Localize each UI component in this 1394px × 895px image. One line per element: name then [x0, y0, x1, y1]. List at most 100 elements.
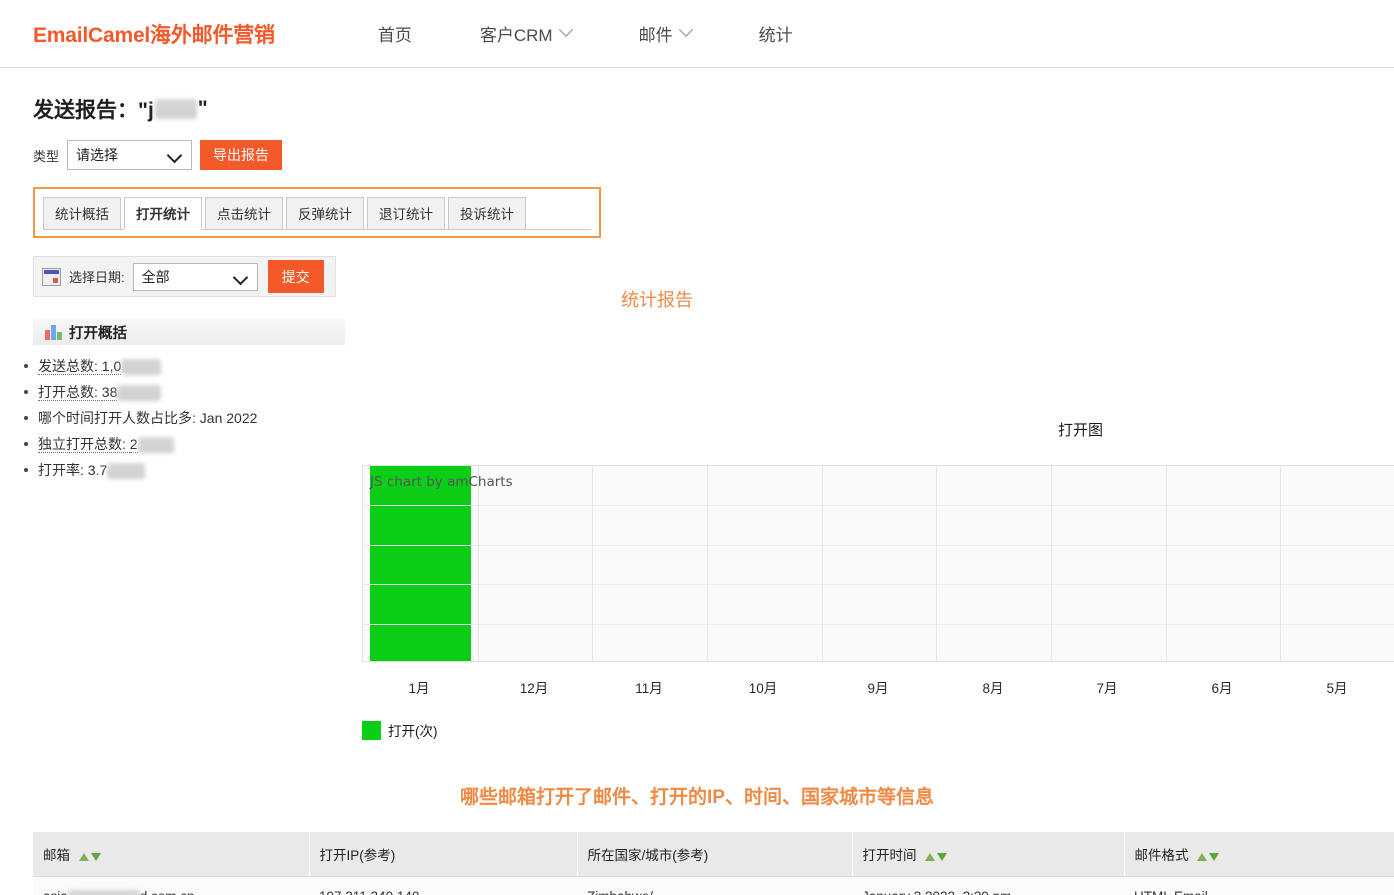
- column-label: 所在国家/城市(参考): [587, 848, 709, 863]
- cell-time: January 2 2022, 2:29 pm: [852, 876, 1124, 895]
- cell-format: HTML Email: [1124, 876, 1394, 895]
- summary-label: 发送总数:: [38, 358, 102, 375]
- cell-geo: Zimbabwe/: [577, 876, 852, 895]
- x-axis-tick-label: 10月: [748, 681, 778, 696]
- calendar-icon: [42, 267, 61, 286]
- nav-item-label: 邮件: [638, 26, 673, 45]
- summary-value: 1,0: [101, 358, 122, 375]
- tabs-highlight-box: 统计概括 打开统计 点击统计 反弹统计 退订统计 投诉统计: [33, 187, 601, 238]
- sort-desc-icon[interactable]: [1209, 853, 1220, 861]
- legend-label: 打开(次): [388, 724, 438, 739]
- x-axis-tick-label: 7月: [1096, 681, 1118, 696]
- chevron-down-icon: [558, 22, 573, 37]
- column-header-geo: 所在国家/城市(参考): [577, 832, 853, 877]
- tab-overview-stats[interactable]: 统计概括: [43, 197, 121, 229]
- table-header-row: 邮箱 打开IP(参考) 所在国家/城市(参考) 打开时间 邮件格式: [33, 832, 1394, 877]
- sort-arrows[interactable]: [78, 853, 101, 861]
- tab-open-stats[interactable]: 打开统计: [124, 197, 202, 230]
- redacted-value: [121, 359, 162, 376]
- cell-ip: 197.211.240.140: [309, 876, 577, 895]
- x-axis-tick-label: 12月: [519, 681, 549, 696]
- table-body: asia d.com.cn 197.211.240.140 Zimbabwe/ J…: [33, 876, 1394, 895]
- nav-item-statistics[interactable]: 统计: [759, 21, 793, 46]
- bar-chart-icon: [45, 324, 62, 340]
- type-select[interactable]: 请选择: [67, 140, 193, 170]
- page-title-suffix: ": [197, 97, 208, 120]
- chart-gridline-vertical: [822, 466, 823, 661]
- chart-plot-area: JS chart by amCharts: [362, 465, 1394, 662]
- sort-arrows[interactable]: [925, 853, 948, 861]
- submit-button[interactable]: 提交: [267, 260, 324, 293]
- bar-series-1月[interactable]: [370, 466, 471, 661]
- column-header-format[interactable]: 邮件格式: [1124, 832, 1394, 877]
- tab-bounce-stats[interactable]: 反弹统计: [286, 197, 364, 229]
- export-report-button[interactable]: 导出报告: [200, 140, 283, 170]
- summary-value: 38: [101, 384, 118, 401]
- open-bar-chart: JS chart by amCharts: [362, 465, 1394, 665]
- sort-arrows[interactable]: [1197, 853, 1220, 861]
- x-axis-tick-label: 9月: [867, 681, 889, 696]
- chart-legend: 打开(次): [362, 720, 438, 740]
- nav-item-home[interactable]: 首页: [378, 21, 412, 46]
- open-summary-list: 发送总数: 1,0 打开总数: 38 哪个时间打开人数占比多: Jan 2022…: [0, 353, 1394, 483]
- column-header-time[interactable]: 打开时间: [852, 832, 1125, 877]
- redacted-value: [107, 463, 146, 480]
- tab-complaint-stats[interactable]: 投诉统计: [448, 197, 526, 229]
- sort-asc-icon[interactable]: [925, 853, 936, 861]
- redacted-title-value: [154, 99, 197, 119]
- column-label: 邮件格式: [1134, 848, 1189, 863]
- chart-watermark: JS chart by amCharts: [370, 474, 513, 490]
- column-header-ip: 打开IP(参考): [309, 832, 578, 877]
- chart-gridline-vertical: [936, 466, 937, 661]
- chart-gridline-vertical: [1051, 466, 1052, 661]
- chart-gridline-vertical: [592, 466, 593, 661]
- summary-label: 哪个时间打开人数占比多:: [38, 410, 200, 426]
- summary-value: 3.7: [87, 462, 108, 478]
- sort-asc-icon[interactable]: [78, 853, 89, 861]
- date-select-wrapper: 全部: [132, 262, 258, 291]
- chart-gridline-vertical: [1280, 466, 1281, 661]
- email-suffix: d.com.cn: [140, 889, 195, 895]
- date-select[interactable]: 全部: [132, 262, 258, 291]
- sort-asc-icon[interactable]: [1197, 853, 1208, 861]
- redacted-value: [117, 385, 162, 402]
- email-prefix: asia: [43, 889, 68, 895]
- table-annotation: 哪些邮箱打开了邮件、打开的IP、时间、国家城市等信息: [460, 787, 934, 808]
- nav-menu: 首页 客户CRM 邮件 统计: [378, 21, 793, 46]
- x-axis-tick-label: 1月: [408, 681, 430, 696]
- summary-value: 2: [129, 436, 138, 453]
- chart-gridline-horizontal: [363, 505, 1394, 506]
- tab-unsubscribe-stats[interactable]: 退订统计: [367, 197, 445, 229]
- page-title-prefix: 发送报告："j: [33, 99, 154, 122]
- chart-gridline-horizontal: [363, 584, 1394, 585]
- table-header: 邮箱 打开IP(参考) 所在国家/城市(参考) 打开时间 邮件格式: [33, 832, 1394, 877]
- brand-logo[interactable]: EmailCamel海外邮件营销: [33, 19, 275, 49]
- chart-x-axis: 1月 12月 11月 10月 9月 8月 7月 6月 5月: [362, 677, 1394, 699]
- summary-value: Jan 2022: [199, 410, 258, 426]
- type-filter-label: 类型: [33, 148, 60, 164]
- sort-desc-icon[interactable]: [937, 853, 948, 861]
- table-row[interactable]: asia d.com.cn 197.211.240.140 Zimbabwe/ J…: [33, 876, 1394, 895]
- chart-title: 打开图: [1058, 422, 1104, 439]
- top-navigation-bar: EmailCamel海外邮件营销 首页 客户CRM 邮件 统计: [0, 0, 1394, 68]
- sort-desc-icon[interactable]: [90, 853, 101, 861]
- tab-click-stats[interactable]: 点击统计: [205, 197, 283, 229]
- redacted-value: [137, 437, 174, 454]
- nav-item-label: 统计: [758, 26, 793, 45]
- page-title: 发送报告："j ": [33, 94, 1394, 124]
- redacted-email: [67, 889, 140, 895]
- chart-gridline-horizontal: [363, 624, 1394, 625]
- tabs-annotation: 统计报告: [621, 290, 693, 310]
- nav-item-crm[interactable]: 客户CRM: [480, 21, 573, 46]
- list-item: 独立打开总数: 2: [20, 431, 1394, 457]
- nav-item-email[interactable]: 邮件: [638, 21, 693, 46]
- chevron-down-icon: [678, 22, 693, 37]
- list-item: 打开总数: 38: [20, 379, 1394, 405]
- open-summary-header: 打开概括: [33, 319, 345, 345]
- column-header-email[interactable]: 邮箱: [33, 832, 310, 877]
- summary-label: 打开率:: [38, 462, 88, 478]
- chart-gridline-horizontal: [363, 545, 1394, 546]
- list-item: 哪个时间打开人数占比多: Jan 2022: [20, 405, 1394, 431]
- date-filter-label: 选择日期:: [69, 270, 125, 285]
- list-item: 发送总数: 1,0: [20, 353, 1394, 379]
